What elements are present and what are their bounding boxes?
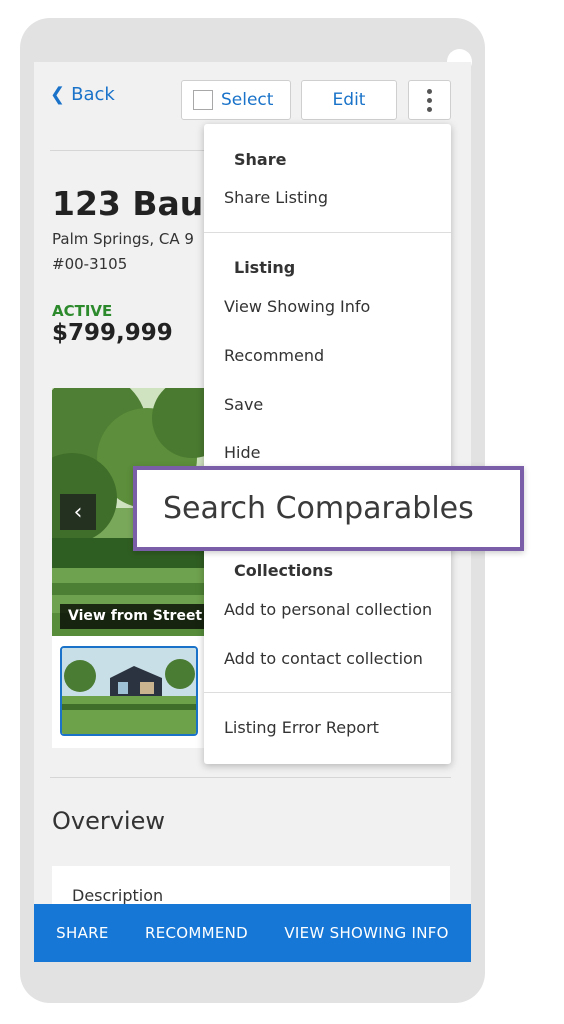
menu-item-recommend[interactable]: Recommend [224, 346, 324, 365]
menu-divider [204, 692, 451, 693]
more-vertical-icon [427, 88, 432, 94]
house-thumbnail-image [62, 648, 196, 734]
divider [50, 777, 451, 778]
edit-button[interactable]: Edit [301, 80, 397, 120]
menu-item-listing-error-report[interactable]: Listing Error Report [224, 718, 379, 737]
menu-item-add-personal-collection[interactable]: Add to personal collection [224, 600, 432, 619]
bottom-action-bar: SHARE RECOMMEND VIEW SHOWING INFO [34, 904, 471, 962]
menu-group-share: Share [234, 150, 287, 169]
listing-city: Palm Springs, CA 9 [52, 230, 194, 248]
more-options-button[interactable] [408, 80, 451, 120]
listing-mls-number: #00-3105 [52, 255, 128, 273]
menu-group-listing: Listing [234, 258, 296, 277]
back-label: Back [71, 84, 115, 105]
menu-item-save[interactable]: Save [224, 395, 263, 414]
view-showing-info-button[interactable]: VIEW SHOWING INFO [284, 924, 448, 942]
menu-divider [204, 232, 451, 233]
listing-address: 123 Baun [52, 184, 227, 223]
select-checkbox[interactable] [193, 90, 213, 110]
chevron-left-icon: ‹ [73, 499, 83, 525]
menu-item-share-listing[interactable]: Share Listing [224, 188, 328, 207]
status-badge: ACTIVE [52, 302, 113, 320]
menu-group-collections: Collections [234, 561, 334, 580]
back-button[interactable]: ❮ Back [50, 84, 115, 105]
recommend-action-button[interactable]: RECOMMEND [145, 924, 248, 942]
menu-item-hide[interactable]: Hide [224, 443, 260, 462]
overview-title: Overview [52, 807, 165, 835]
description-label: Description [72, 886, 164, 905]
photo-thumbnail[interactable] [60, 646, 198, 736]
previous-photo-button[interactable]: ‹ [60, 494, 96, 530]
select-label: Select [221, 90, 274, 110]
options-dropdown-menu: Share Share Listing Listing View Showing… [204, 124, 451, 764]
photo-caption: View from Street [60, 604, 213, 629]
menu-item-add-contact-collection[interactable]: Add to contact collection [224, 649, 423, 668]
share-action-button[interactable]: SHARE [56, 924, 108, 942]
chevron-left-icon: ❮ [50, 83, 66, 105]
menu-item-view-showing-info[interactable]: View Showing Info [224, 297, 370, 316]
select-button[interactable]: Select [181, 80, 291, 120]
menu-item-search-comparables[interactable]: Search Comparables [133, 466, 524, 551]
listing-price: $799,999 [52, 320, 173, 346]
